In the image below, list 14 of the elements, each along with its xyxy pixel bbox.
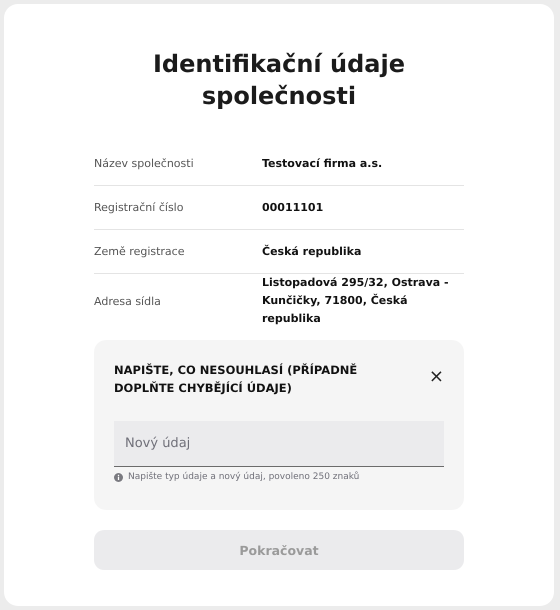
field-value: 00011101 (262, 200, 324, 216)
panel-heading: NAPIŠTE, CO NESOUHLASÍ (PŘÍPADNĚ DOPLŇTE CHYBĚJÍCÍ ÚDAJE) (114, 362, 358, 397)
field-label: Název společnosti (94, 157, 195, 170)
hint-text: Napište typ údaje a nový údaj, povoleno 250 znaků (128, 472, 360, 482)
field-value: Testovací firma a.s. (262, 156, 384, 172)
close-button[interactable]: × (428, 368, 444, 386)
info-icon (114, 472, 123, 482)
input-field[interactable]: Nový údaj (114, 421, 444, 467)
field-label: Adresa sídla (94, 294, 162, 308)
field-value: Česká republika (262, 244, 362, 260)
field-label: Země registrace (94, 245, 186, 258)
page-title: Identifikační údaje společnosti (152, 49, 406, 112)
field-value: Listopadová 295/32, Ostrava - Kunčičky, 71800, Česká republika (262, 275, 450, 327)
field-label: Registrační číslo (94, 201, 184, 214)
